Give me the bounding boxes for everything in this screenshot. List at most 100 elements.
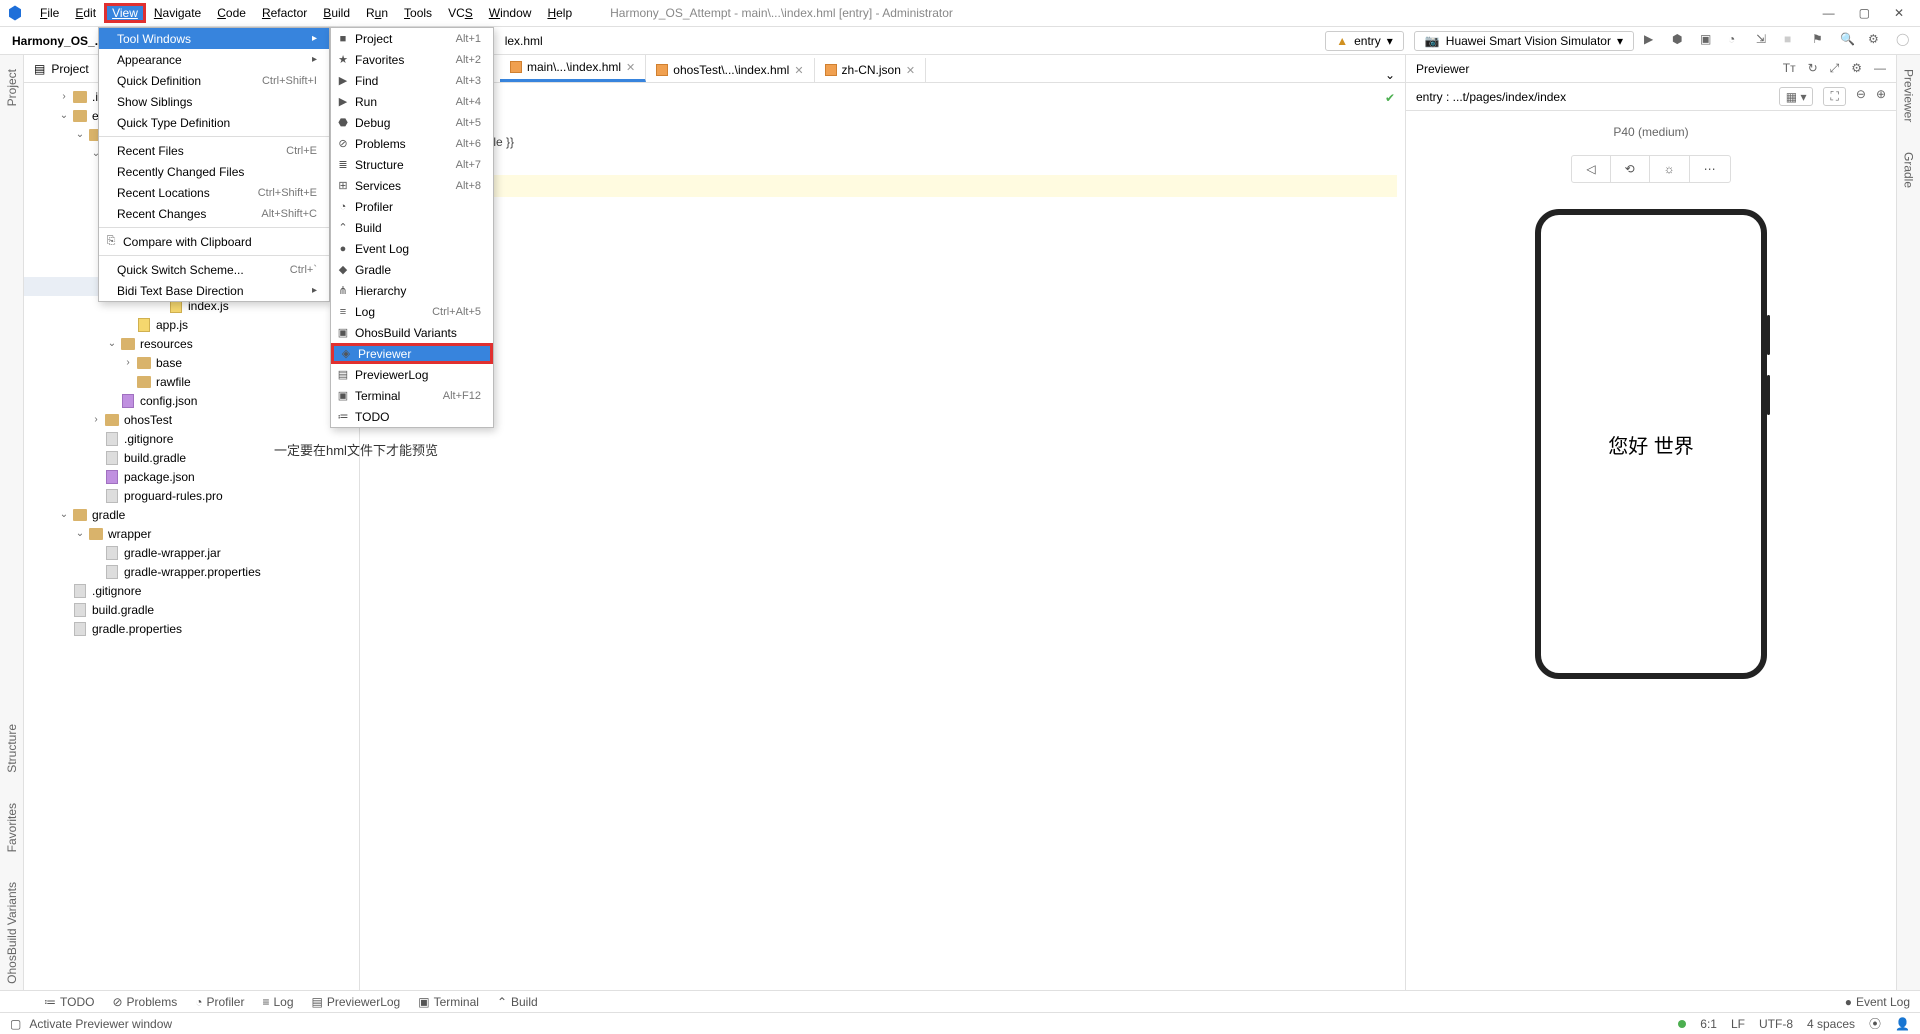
gear-icon[interactable]: ⚙ [1851, 61, 1862, 76]
submenu-item[interactable]: ▣OhosBuild Variants [331, 322, 493, 343]
caret-position[interactable]: 6:1 [1700, 1017, 1717, 1031]
font-icon[interactable]: Tт [1783, 61, 1796, 76]
submenu-item[interactable]: ◈Previewer [331, 343, 493, 364]
more-button[interactable]: ⋯ [1690, 156, 1730, 182]
tree-node[interactable]: app.js [24, 315, 359, 334]
submenu-item[interactable]: ▣TerminalAlt+F12 [331, 385, 493, 406]
tree-node[interactable]: gradle-wrapper.properties [24, 562, 359, 581]
user-icon[interactable]: ◯ [1896, 32, 1914, 50]
attach-button[interactable]: ⇲ [1756, 32, 1774, 50]
readonly-icon[interactable]: ⦿ [1869, 1015, 1881, 1032]
hide-icon[interactable]: — [1874, 61, 1886, 76]
submenu-item[interactable]: ⊞ServicesAlt+8 [331, 175, 493, 196]
menu-file[interactable]: File [32, 3, 67, 23]
gutter-previewer[interactable]: Previewer [1902, 63, 1916, 128]
stop-button[interactable]: ■ [1784, 32, 1802, 50]
menu-item[interactable]: Quick DefinitionCtrl+Shift+I [99, 70, 329, 91]
gutter-ohosbuild[interactable]: OhosBuild Variants [5, 876, 19, 990]
breadcrumb-root[interactable]: Harmony_OS_... [6, 34, 111, 48]
submenu-item[interactable]: ▤PreviewerLog [331, 364, 493, 385]
run-button[interactable]: ▶ [1644, 32, 1662, 50]
tree-node[interactable]: gradle-wrapper.jar [24, 543, 359, 562]
submenu-item[interactable]: ★FavoritesAlt+2 [331, 49, 493, 70]
bottom-terminal[interactable]: ▣Terminal [418, 995, 479, 1009]
menu-window[interactable]: Window [481, 3, 540, 23]
bottom-eventlog[interactable]: ●Event Log [1845, 995, 1910, 1009]
search-button[interactable]: 🔍 [1840, 32, 1858, 50]
menu-help[interactable]: Help [539, 3, 580, 23]
menu-item[interactable]: ⎘Compare with Clipboard [99, 231, 329, 252]
tree-node[interactable]: package.json [24, 467, 359, 486]
submenu-item[interactable]: ≡LogCtrl+Alt+5 [331, 301, 493, 322]
tree-node[interactable]: ›ohosTest [24, 410, 359, 429]
menu-edit[interactable]: Edit [67, 3, 104, 23]
submenu-item[interactable]: ▶FindAlt+3 [331, 70, 493, 91]
refresh-icon[interactable]: ↻ [1808, 61, 1818, 76]
tree-node[interactable]: ⌄resources [24, 334, 359, 353]
tree-node[interactable]: config.json [24, 391, 359, 410]
menu-item[interactable]: Recently Changed Files [99, 161, 329, 182]
tree-node[interactable]: ›base [24, 353, 359, 372]
tree-node[interactable]: proguard-rules.pro [24, 486, 359, 505]
menu-item[interactable]: Appearance▸ [99, 49, 329, 70]
vcs-button[interactable]: ⚑ [1812, 32, 1830, 50]
run-config-selector[interactable]: ▲ entry ▾ [1325, 31, 1404, 51]
indent-setting[interactable]: 4 spaces [1807, 1017, 1855, 1031]
menu-item[interactable]: Bidi Text Base Direction▸ [99, 280, 329, 301]
profile-button[interactable]: ◔ [1728, 32, 1746, 50]
menu-item[interactable]: Recent FilesCtrl+E [99, 140, 329, 161]
bottom-log[interactable]: ≡Log [262, 995, 293, 1009]
editor-tab[interactable]: zh-CN.json✕ [815, 58, 927, 82]
menu-run[interactable]: Run [358, 3, 396, 23]
close-tab-icon[interactable]: ✕ [794, 64, 803, 77]
menu-build[interactable]: Build [315, 3, 358, 23]
submenu-item[interactable]: ≣StructureAlt+7 [331, 154, 493, 175]
bottom-problems[interactable]: ⊘Problems [112, 995, 177, 1009]
bottom-previewerlog[interactable]: ▤PreviewerLog [312, 995, 401, 1009]
user-status-icon[interactable]: 👤 [1895, 1017, 1910, 1031]
bottom-build[interactable]: ⌃Build [497, 995, 538, 1009]
brightness-button[interactable]: ☼ [1650, 156, 1690, 182]
expand-button[interactable]: ⛶ [1823, 87, 1845, 106]
submenu-item[interactable]: ⋔Hierarchy [331, 280, 493, 301]
back-button[interactable]: ◁ [1572, 156, 1610, 182]
close-button[interactable]: ✕ [1894, 6, 1904, 20]
line-ending[interactable]: LF [1731, 1017, 1745, 1031]
menu-view[interactable]: View [104, 3, 146, 23]
submenu-item[interactable]: ⊘ProblemsAlt+6 [331, 133, 493, 154]
close-tab-icon[interactable]: ✕ [626, 61, 635, 74]
bottom-todo[interactable]: ≔TODO [44, 995, 94, 1009]
rotate-button[interactable]: ⟲ [1611, 156, 1650, 182]
menu-item[interactable]: Quick Switch Scheme...Ctrl+` [99, 259, 329, 280]
tree-node[interactable]: .gitignore [24, 581, 359, 600]
menu-item[interactable]: Quick Type Definition [99, 112, 329, 133]
code-editor[interactable]: ✔ ="container"> class="title"> $t('strin… [360, 83, 1405, 990]
submenu-item[interactable]: ●Event Log [331, 238, 493, 259]
gutter-gradle[interactable]: Gradle [1902, 146, 1916, 194]
editor-tab[interactable]: ohosTest\...\index.hml✕ [646, 58, 814, 82]
submenu-item[interactable]: ⬣DebugAlt+5 [331, 112, 493, 133]
tabs-dropdown[interactable]: ⌄ [1375, 68, 1405, 82]
gutter-project[interactable]: Project [5, 63, 19, 112]
tree-node[interactable]: ⌄wrapper [24, 524, 359, 543]
submenu-item[interactable]: ◆Gradle [331, 259, 493, 280]
menu-vcs[interactable]: VCS [440, 3, 481, 23]
menu-item[interactable]: Show Siblings [99, 91, 329, 112]
debug-button[interactable]: ⬢ [1672, 32, 1690, 50]
gutter-structure[interactable]: Structure [5, 718, 19, 779]
submenu-item[interactable]: ■ProjectAlt+1 [331, 28, 493, 49]
menu-item[interactable]: Recent ChangesAlt+Shift+C [99, 203, 329, 224]
coverage-button[interactable]: ▣ [1700, 32, 1718, 50]
tree-node[interactable]: ⌄gradle [24, 505, 359, 524]
submenu-item[interactable]: ≔TODO [331, 406, 493, 427]
submenu-item[interactable]: ▶RunAlt+4 [331, 91, 493, 112]
settings-button[interactable]: ⚙ [1868, 32, 1886, 50]
editor-tab[interactable]: main\...\index.hml✕ [500, 55, 646, 82]
bottom-profiler[interactable]: ◔Profiler [195, 995, 244, 1009]
menu-item[interactable]: Tool Windows▸ [99, 28, 329, 49]
minimize-button[interactable]: — [1823, 6, 1835, 20]
menu-navigate[interactable]: Navigate [146, 3, 209, 23]
grid-button[interactable]: ▦ ▾ [1779, 87, 1814, 106]
zoom-out-button[interactable]: ⊖ [1856, 87, 1866, 106]
menu-refactor[interactable]: Refactor [254, 3, 315, 23]
